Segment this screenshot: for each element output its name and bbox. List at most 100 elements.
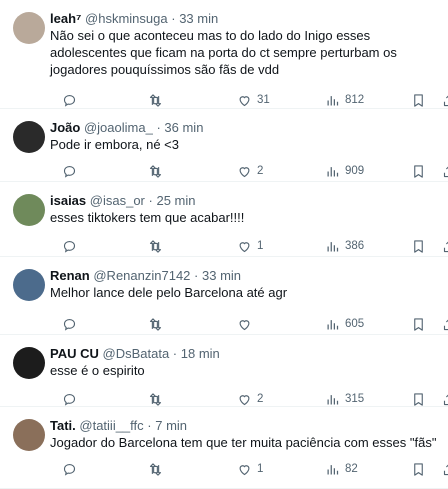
reply-icon (63, 240, 76, 253)
bookmark-button[interactable] (411, 312, 426, 336)
bookmark-button[interactable] (411, 457, 426, 481)
bookmark-icon (414, 317, 423, 331)
reply-button[interactable] (62, 159, 82, 183)
like-count: 1 (257, 463, 264, 475)
tweet[interactable]: Tati. @tatiii__ffc · 7 min Jogador do Ba… (0, 407, 448, 489)
retweet-button[interactable] (148, 457, 168, 481)
timestamp[interactable]: 18 min (181, 346, 220, 361)
like-count: 31 (257, 94, 270, 106)
separator: · (171, 11, 176, 26)
reply-icon (63, 94, 76, 107)
display-name[interactable]: leah⁷ (50, 11, 81, 26)
user-handle[interactable]: @tatiii__ffc (79, 418, 143, 433)
retweet-button[interactable] (148, 159, 168, 183)
avatar[interactable] (13, 12, 45, 44)
timestamp[interactable]: 25 min (156, 193, 195, 208)
share-button[interactable] (442, 312, 448, 336)
like-count: 2 (257, 393, 264, 405)
action-bar: 605 (50, 312, 448, 336)
views-icon (327, 95, 339, 105)
timestamp[interactable]: 33 min (179, 11, 218, 26)
heart-icon (239, 166, 250, 177)
views-count: 812 (345, 94, 365, 106)
avatar[interactable] (13, 121, 45, 153)
like-button[interactable]: 1 (237, 457, 263, 481)
tweet[interactable]: Renan @Renanzin7142 · 33 min Melhor lanc… (0, 257, 448, 335)
display-name[interactable]: PAU CU (50, 346, 99, 361)
tweet[interactable]: João @joaolima_ · 36 min Pode ir embora,… (0, 109, 448, 182)
action-bar: 1 82 (50, 457, 448, 481)
tweet-text: esses tiktokers tem que acabar!!!! (50, 210, 245, 225)
avatar[interactable] (13, 347, 45, 379)
share-icon (443, 394, 448, 405)
separator: · (148, 193, 153, 208)
heart-icon (239, 394, 250, 405)
reply-feed: leah⁷ @hskminsuga · 33 min Não sei o que… (0, 0, 448, 489)
views-button[interactable]: 605 (325, 312, 364, 336)
share-button[interactable] (442, 159, 448, 183)
like-count: 2 (257, 165, 264, 177)
retweet-button[interactable] (148, 234, 168, 258)
tweet-text: Pode ir embora, né <3 (50, 137, 179, 152)
user-handle[interactable]: @DsBatata (103, 346, 170, 361)
reply-icon (63, 165, 76, 178)
reply-icon (63, 463, 76, 476)
heart-icon (239, 95, 250, 106)
share-icon (443, 95, 448, 106)
separator: · (194, 268, 199, 283)
user-handle[interactable]: @Renanzin7142 (93, 268, 190, 283)
reply-button[interactable] (62, 457, 82, 481)
display-name[interactable]: isaias (50, 193, 86, 208)
avatar[interactable] (13, 419, 45, 451)
tweet[interactable]: leah⁷ @hskminsuga · 33 min Não sei o que… (0, 0, 448, 109)
like-button[interactable] (237, 312, 257, 336)
bookmark-button[interactable] (411, 234, 426, 258)
views-count: 386 (345, 240, 365, 252)
tweet[interactable]: isaias @isas_or · 25 min esses tiktokers… (0, 182, 448, 257)
display-name[interactable]: João (50, 120, 80, 135)
share-button[interactable] (442, 234, 448, 258)
views-button[interactable]: 82 (325, 457, 358, 481)
views-count: 605 (345, 318, 365, 330)
like-button[interactable]: 1 (237, 234, 263, 258)
avatar[interactable] (13, 269, 45, 301)
like-count: 1 (257, 240, 264, 252)
retweet-button[interactable] (148, 312, 168, 336)
retweet-icon (149, 239, 162, 253)
reply-button[interactable] (62, 312, 82, 336)
user-handle[interactable]: @isas_or (90, 193, 145, 208)
action-bar: 1 386 (50, 234, 448, 258)
tweet-text: Melhor lance dele pelo Barcelona até agr (50, 285, 288, 300)
display-name[interactable]: Renan (50, 268, 90, 283)
views-icon (327, 319, 339, 329)
bookmark-button[interactable] (411, 159, 426, 183)
tweet-text: esse é o espirito (50, 363, 145, 378)
tweet[interactable]: PAU CU @DsBatata · 18 min esse é o espir… (0, 335, 448, 407)
avatar[interactable] (13, 194, 45, 226)
heart-icon (239, 464, 250, 475)
retweet-icon (149, 392, 162, 406)
views-icon (327, 241, 339, 251)
share-button[interactable] (442, 457, 448, 481)
timestamp[interactable]: 7 min (155, 418, 187, 433)
share-icon (443, 166, 448, 177)
timestamp[interactable]: 36 min (164, 120, 203, 135)
reply-button[interactable] (62, 234, 82, 258)
user-handle[interactable]: @joaolima_ (84, 120, 153, 135)
views-button[interactable]: 909 (325, 159, 364, 183)
display-name[interactable]: Tati. (50, 418, 76, 433)
user-handle[interactable]: @hskminsuga (85, 11, 168, 26)
views-icon (327, 394, 339, 404)
bookmark-icon (414, 164, 423, 178)
views-count: 909 (345, 165, 365, 177)
heart-icon (239, 241, 250, 252)
timestamp[interactable]: 33 min (202, 268, 241, 283)
action-bar: 2 909 (50, 159, 448, 183)
heart-icon (239, 319, 250, 330)
views-icon (327, 464, 339, 474)
views-button[interactable]: 386 (325, 234, 364, 258)
like-button[interactable]: 2 (237, 159, 263, 183)
retweet-icon (149, 317, 162, 331)
separator: · (147, 418, 152, 433)
reply-icon (63, 318, 76, 331)
